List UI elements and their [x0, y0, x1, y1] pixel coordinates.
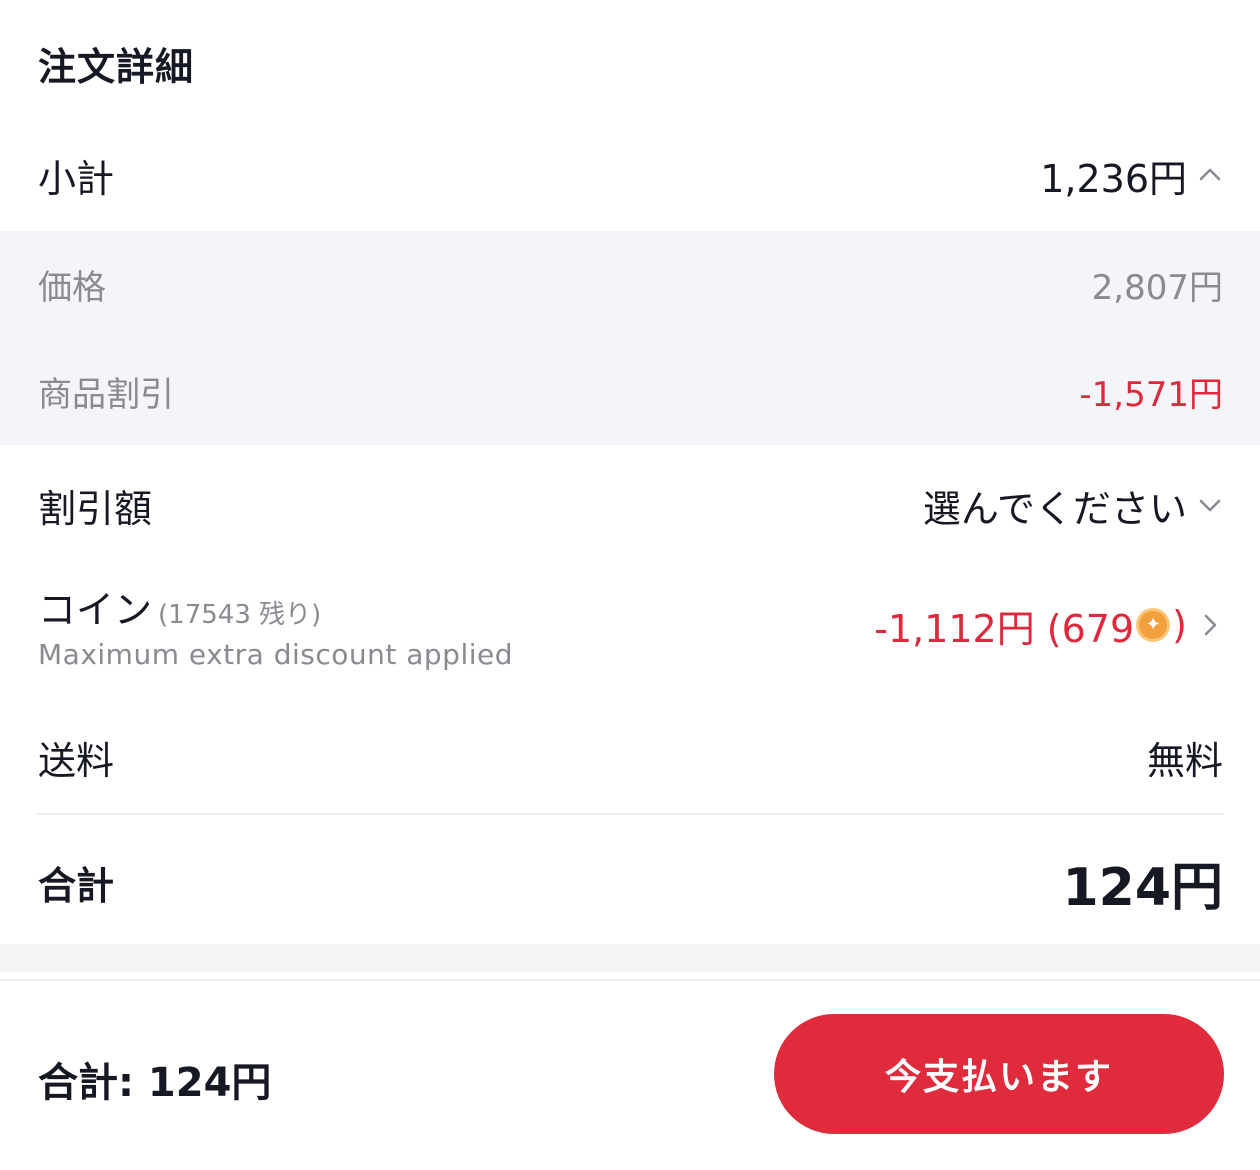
coins-value: -1,112円 (679	[874, 606, 1135, 651]
chevron-up-icon[interactable]	[1197, 162, 1223, 188]
divider	[36, 813, 1224, 815]
shipping-row: 送料 無料	[0, 702, 1260, 812]
total-value: 124円	[1062, 857, 1223, 918]
coins-row[interactable]: コイン (17543 残り) Maximum extra discount ap…	[0, 570, 1260, 680]
footer-divider	[0, 979, 1260, 981]
coins-title: コイン (17543 残り)	[38, 579, 513, 634]
discount-select[interactable]: 選んでください	[923, 478, 1223, 533]
subtotal-value: 1,236円	[1040, 156, 1187, 201]
coins-label: コイン	[38, 588, 153, 632]
total-row: 合計 124円	[0, 820, 1260, 944]
price-label: 価格	[38, 268, 106, 308]
product-discount-label: 商品割引	[38, 375, 174, 415]
subtotal-row[interactable]: 小計 1,236円	[0, 120, 1260, 230]
product-discount-value: -1,571円	[1079, 375, 1223, 415]
discount-select-value: 選んでください	[922, 486, 1187, 531]
chevron-down-icon	[1197, 492, 1223, 518]
product-discount-row: 商品割引 -1,571円	[0, 338, 1260, 445]
price-row: 価格 2,807円	[0, 231, 1260, 338]
total-label: 合計	[38, 863, 115, 908]
discount-amount-row[interactable]: 割引額 選んでください	[0, 450, 1260, 560]
subtotal-value-group: 1,236円	[1040, 148, 1223, 203]
order-details-card: 注文詳細 小計 1,236円 価格 2,807円 商品割引 -1,571円 割引…	[0, 0, 1260, 944]
chevron-right-icon[interactable]	[1197, 612, 1223, 638]
shipping-label: 送料	[38, 738, 115, 783]
footer-total: 合計: 124円	[38, 1060, 272, 1106]
coins-value-group: -1,112円 (679 ✦ )	[874, 598, 1223, 653]
shipping-value: 無料	[1146, 738, 1223, 783]
coins-info: コイン (17543 残り) Maximum extra discount ap…	[38, 579, 513, 671]
coins-value-close: )	[1172, 603, 1187, 647]
discount-amount-label: 割引額	[38, 486, 153, 531]
subtotal-label: 小計	[38, 156, 115, 201]
coins-note: Maximum extra discount applied	[38, 638, 514, 671]
order-details-title: 注文詳細	[38, 45, 195, 89]
section-gap	[0, 944, 1260, 972]
coin-icon: ✦	[1136, 608, 1171, 642]
price-value: 2,807円	[1091, 268, 1223, 308]
pay-now-button[interactable]: 今支払います	[774, 1014, 1224, 1134]
coins-remaining: (17543 残り)	[158, 600, 322, 630]
